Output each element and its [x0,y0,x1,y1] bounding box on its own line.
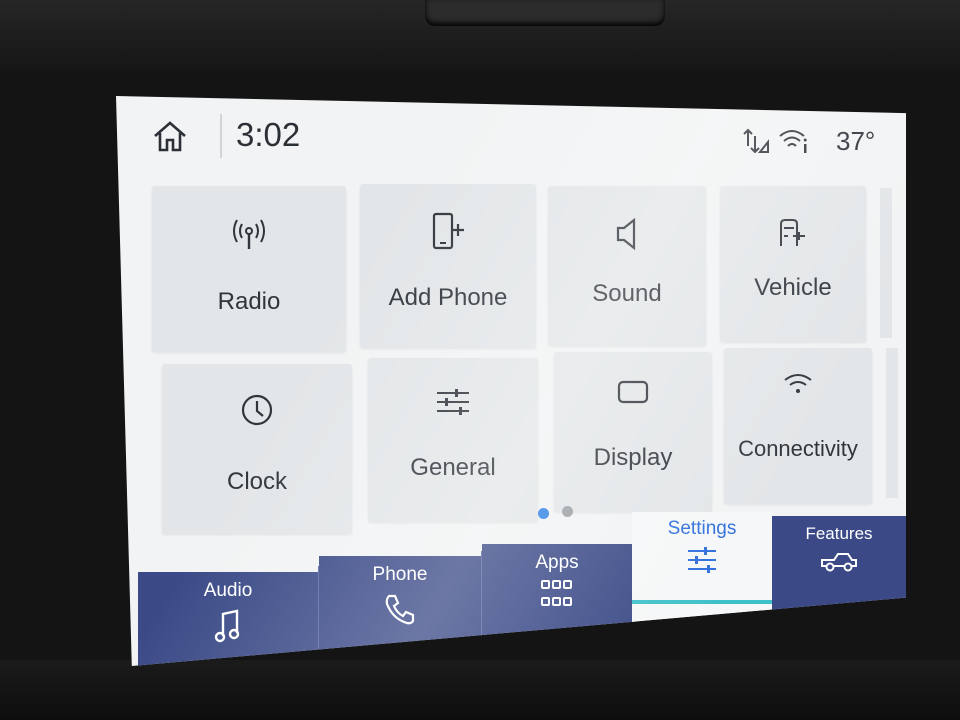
dashboard-vent-slot [425,0,665,26]
apps-grid-icon [541,580,572,606]
settings-grid: Radio Add Phone Sound Vehicle Clock Gene… [148,184,906,544]
music-note-icon [214,609,240,643]
tile-label: Vehicle [754,274,832,301]
nav-settings-label: Settings [667,518,737,539]
wifi-icon [784,374,812,393]
tile-add-phone[interactable]: Add Phone [360,184,536,348]
tile-label: Connectivity [738,436,858,461]
tile-sound[interactable]: Sound [548,186,706,346]
infotainment-screen: 3:02 37° Radio Add Phone Sound Vehicle C… [116,96,906,666]
outside-temperature: 37° [836,126,876,156]
speaker-icon [616,217,636,251]
nav-phone[interactable]: Phone [319,556,481,666]
status-divider [220,114,222,158]
clock-icon [241,394,273,426]
settings-sliders-icon [688,547,716,573]
nav-features-label: Features [805,524,873,543]
tile-label: General [410,454,496,481]
tile-clock[interactable]: Clock [162,364,352,534]
radio-antenna-icon [233,219,265,249]
home-button[interactable] [150,116,190,156]
sliders-icon [437,389,469,415]
wifi-status-icon [779,130,807,153]
tile-general[interactable]: General [368,358,538,522]
tile-radio[interactable]: Radio [152,186,346,352]
tile-display[interactable]: Display [554,352,712,512]
next-page-tile-peek [886,348,898,498]
nav-apps[interactable]: Apps [482,544,632,654]
display-icon [617,380,649,404]
phone-handset-icon [385,594,415,625]
next-page-tile-peek [880,188,892,338]
vehicle-settings-icon [780,219,805,246]
page-dot[interactable] [562,506,573,517]
tile-label: Clock [226,468,287,495]
tile-connectivity[interactable]: Connectivity [724,348,872,504]
nav-apps-label: Apps [535,552,579,573]
dashboard-bezel-bottom [0,660,960,720]
status-bar: 3:02 37° [116,96,906,176]
tile-label: Sound [592,280,662,307]
active-tab-indicator [632,600,772,604]
page-dot-active[interactable] [538,508,549,519]
status-indicators [742,126,822,156]
tile-label: Display [593,444,673,471]
signal-icon [743,128,769,154]
tile-vehicle[interactable]: Vehicle [720,186,866,342]
home-icon [154,121,186,152]
nav-features[interactable]: Features [772,516,906,620]
clock-time: 3:02 [236,116,301,153]
tile-label: Radio [217,288,281,315]
nav-audio[interactable]: Audio [138,572,318,666]
nav-audio-label: Audio [203,580,253,601]
tile-label: Add Phone [388,284,508,311]
nav-settings[interactable]: Settings [632,512,772,652]
pickup-truck-icon [821,553,857,572]
nav-phone-label: Phone [372,564,428,585]
add-phone-icon [432,212,464,250]
